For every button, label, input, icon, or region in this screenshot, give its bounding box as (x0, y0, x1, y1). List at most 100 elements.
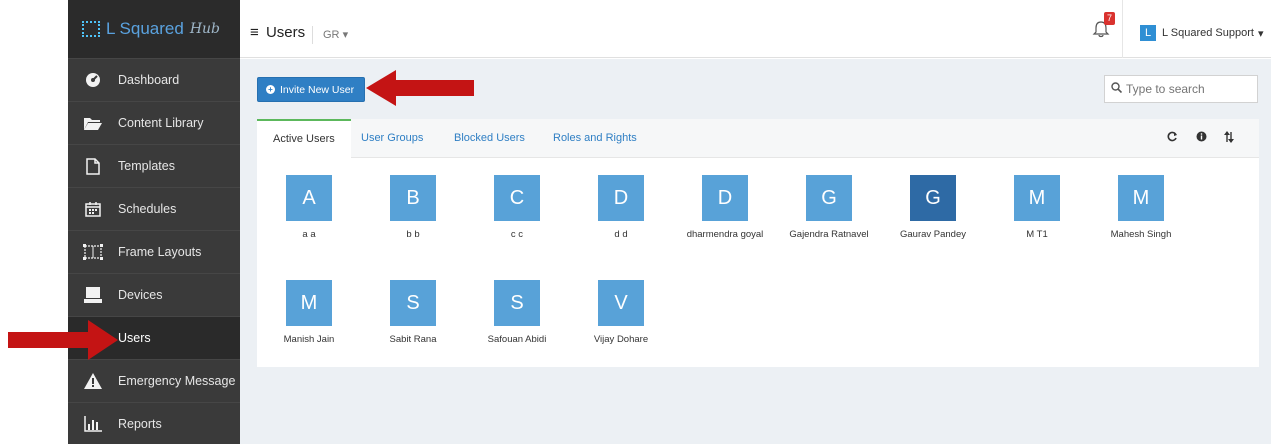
user-card[interactable]: M Manish Jain (257, 280, 361, 366)
file-icon (82, 157, 104, 175)
invite-new-user-button[interactable]: + Invite New User (257, 77, 365, 102)
page-title[interactable]: ≡ Users (250, 24, 305, 41)
user-initial-tile: M (286, 280, 332, 326)
annotation-arrow-users (8, 320, 118, 360)
invite-button-label: Invite New User (280, 83, 355, 96)
sidebar-item-label: Devices (118, 288, 163, 302)
user-card[interactable]: D dharmendra goyal (673, 175, 777, 261)
tab-blocked-users[interactable]: Blocked Users (454, 119, 525, 158)
main-content: + Invite New User Active Users User Grou… (240, 59, 1271, 444)
user-name: Sabit Rana (389, 334, 437, 345)
user-menu[interactable]: L L Squared Support ▾ (1140, 25, 1263, 41)
page-title-text: Users (265, 24, 306, 41)
tab-active-users[interactable]: Active Users (257, 119, 351, 159)
user-card[interactable]: B b b (361, 175, 465, 261)
user-name: Manish Jain (283, 334, 335, 345)
sidebar-item-label: Users (118, 331, 151, 345)
sidebar-item-label: Dashboard (118, 73, 180, 87)
user-card[interactable]: G Gaurav Pandey (881, 175, 985, 261)
plus-circle-icon: + (266, 85, 275, 94)
sidebar-item-dashboard[interactable]: Dashboard (68, 58, 240, 101)
group-dropdown-label: GR (323, 29, 340, 41)
user-name: Vijay Dohare (593, 334, 649, 345)
tab-roles-and-rights[interactable]: Roles and Rights (553, 119, 637, 158)
user-card[interactable]: M M T1 (985, 175, 1089, 261)
user-name: Gaurav Pandey (899, 229, 966, 240)
user-name: L Squared Support (1162, 27, 1254, 39)
user-initial-tile: G (806, 175, 852, 221)
calendar-icon (82, 200, 104, 218)
sidebar-item-label: Emergency Message (118, 374, 236, 388)
user-name: Gajendra Ratnavel (789, 229, 869, 240)
user-initial-tile: S (390, 280, 436, 326)
user-card[interactable]: S Safouan Abidi (465, 280, 569, 366)
user-card[interactable]: V Vijay Dohare (569, 280, 673, 366)
warning-icon (82, 372, 104, 390)
user-initial-tile: C (494, 175, 540, 221)
user-initial-tile: S (494, 280, 540, 326)
group-dropdown[interactable]: GR ▾ (312, 26, 348, 44)
users-grid: A a a B b b C c c D d d D dharmendra goy… (257, 159, 1259, 367)
caret-down-icon: ▾ (1257, 27, 1264, 40)
user-card[interactable]: D d d (569, 175, 673, 261)
sidebar-item-label: Templates (118, 159, 175, 173)
sidebar-item-content-library[interactable]: Content Library (68, 101, 240, 144)
user-initial-tile: M (1118, 175, 1164, 221)
info-icon[interactable] (1196, 131, 1207, 145)
search-box[interactable] (1104, 75, 1258, 103)
tab-user-groups[interactable]: User Groups (361, 119, 423, 158)
top-bar: ≡ Users GR ▾ 7 L L Squared Support ▾ (240, 0, 1271, 58)
logo-icon (82, 21, 100, 37)
user-name: c c (510, 229, 524, 240)
user-name: Mahesh Singh (1110, 229, 1172, 240)
user-card[interactable]: S Sabit Rana (361, 280, 465, 366)
menu-toggle-icon[interactable]: ≡ (250, 24, 259, 41)
user-card[interactable]: C c c (465, 175, 569, 261)
sidebar-item-emergency-message[interactable]: Emergency Message (68, 359, 240, 402)
user-name: b b (406, 229, 420, 240)
sidebar-item-schedules[interactable]: Schedules (68, 187, 240, 230)
page: L Squared Hub Dashboard Content Library … (0, 0, 1271, 444)
notification-badge: 7 (1104, 12, 1115, 25)
user-name: dharmendra goyal (686, 229, 764, 240)
folder-icon (82, 114, 104, 132)
layout-icon (82, 243, 104, 261)
search-icon (1111, 82, 1123, 96)
user-name: Safouan Abidi (487, 334, 547, 345)
user-initial-tile: D (702, 175, 748, 221)
sidebar-item-reports[interactable]: Reports (68, 402, 240, 444)
sidebar-item-label: Schedules (118, 202, 177, 216)
tab-bar: Active Users User Groups Blocked Users R… (257, 119, 1259, 159)
brand-sub: Hub (189, 21, 221, 37)
user-initial-tile: D (598, 175, 644, 221)
user-name: a a (302, 229, 316, 240)
sidebar-item-label: Content Library (118, 116, 204, 130)
sidebar-item-templates[interactable]: Templates (68, 144, 240, 187)
search-input[interactable] (1126, 82, 1252, 96)
sidebar-item-label: Frame Layouts (118, 245, 202, 259)
chart-icon (82, 415, 104, 433)
avatar: L (1140, 25, 1156, 41)
user-initial-tile: G (910, 175, 956, 221)
sort-icon[interactable] (1224, 131, 1234, 146)
user-card[interactable]: A a a (257, 175, 361, 261)
refresh-icon[interactable] (1167, 131, 1178, 145)
caret-down-icon: ▾ (342, 29, 349, 41)
user-name: M T1 (1026, 229, 1048, 240)
dashboard-icon (82, 71, 104, 89)
user-card[interactable]: G Gajendra Ratnavel (777, 175, 881, 261)
sidebar-item-devices[interactable]: Devices (68, 273, 240, 316)
users-panel: Active Users User Groups Blocked Users R… (257, 119, 1259, 367)
sidebar-item-label: Reports (118, 417, 162, 431)
user-card[interactable]: M Mahesh Singh (1089, 175, 1193, 261)
brand-name: L Squared (106, 19, 184, 38)
annotation-arrow-invite (366, 70, 474, 106)
device-icon (82, 286, 104, 304)
user-initial-tile: A (286, 175, 332, 221)
sidebar: L Squared Hub Dashboard Content Library … (68, 0, 240, 444)
user-name: d d (614, 229, 628, 240)
user-initial-tile: B (390, 175, 436, 221)
sidebar-item-frame-layouts[interactable]: Frame Layouts (68, 230, 240, 273)
user-initial-tile: M (1014, 175, 1060, 221)
brand-logo[interactable]: L Squared Hub (68, 0, 240, 58)
